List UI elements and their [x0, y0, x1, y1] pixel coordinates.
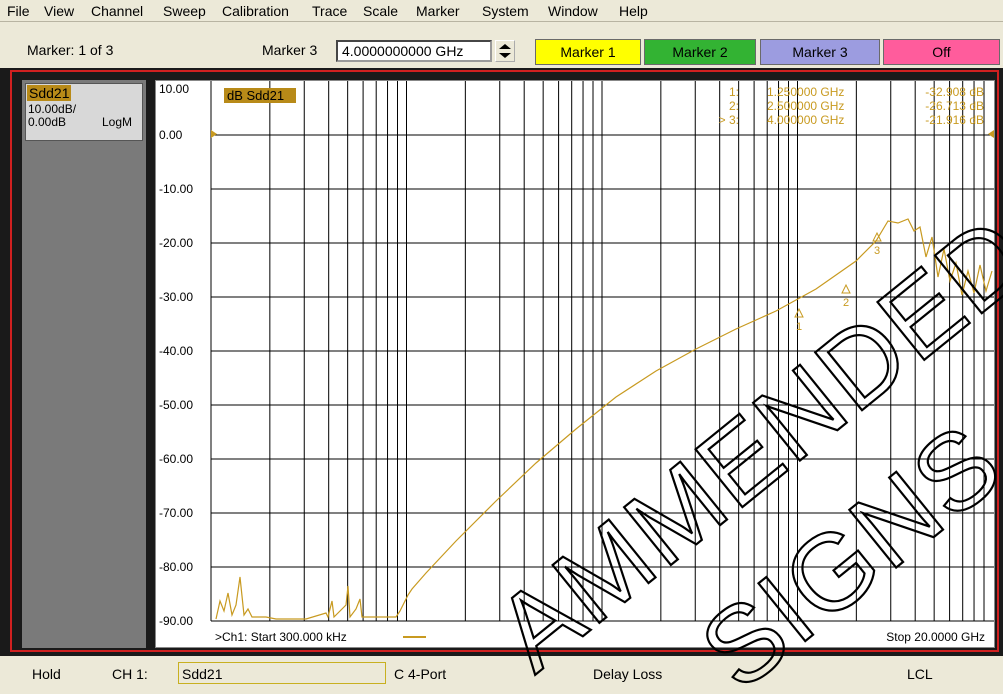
plot-area[interactable]: 10.00 0.00 -10.00 -20.00 -30.00 -40.00 -50.00 -…	[155, 80, 995, 648]
menu-scale[interactable]: Scale	[363, 3, 398, 19]
y-tick-label: 0.00	[159, 128, 183, 142]
y-tick-label: -80.00	[159, 560, 193, 574]
grid	[210, 81, 994, 622]
stop-label: Stop 20.0000 GHz	[886, 630, 985, 644]
marker-readout-freq: 2.500000 GHz	[767, 99, 844, 113]
marker-readout-freq: 4.000000 GHz	[767, 113, 844, 127]
ref-level-left-icon	[211, 130, 217, 138]
marker-readout-value: -21.916 dB	[925, 113, 984, 127]
trace-reference: 0.00dB	[28, 115, 67, 129]
menu-marker[interactable]: Marker	[416, 3, 460, 19]
y-tick-label: -10.00	[159, 182, 193, 196]
start-label: >Ch1: Start 300.000 kHz	[215, 630, 347, 644]
marker-off-button[interactable]: Off	[883, 39, 1000, 65]
y-tick-label: -60.00	[159, 452, 193, 466]
y-tick-labels: 10.00 0.00 -10.00 -20.00 -30.00 -40.00 -50.00 -…	[159, 82, 193, 628]
frequency-spinner[interactable]	[495, 40, 515, 62]
sdd21-trace	[215, 218, 993, 620]
marker-readout-num: 1:	[729, 85, 739, 99]
menu-help[interactable]: Help	[619, 3, 648, 19]
marker-3-button[interactable]: Marker 3	[760, 39, 880, 65]
y-tick-label: 10.00	[159, 82, 189, 96]
trace-info-box[interactable]: Sdd21 10.00dB/ 0.00dB LogM	[25, 83, 143, 141]
y-tick-label: -90.00	[159, 614, 193, 628]
spin-up-icon[interactable]	[499, 44, 511, 49]
menu-system[interactable]: System	[482, 3, 529, 19]
y-tick-label: -40.00	[159, 344, 193, 358]
lcl-status: LCL	[907, 666, 933, 682]
marker-2-button[interactable]: Marker 2	[644, 39, 756, 65]
marker-symbols: 1 2 3	[794, 231, 882, 333]
marker-number: 2	[843, 297, 849, 309]
marker-1-button[interactable]: Marker 1	[535, 39, 641, 65]
ref-level-right-icon	[988, 130, 994, 138]
marker-count-label: Marker: 1 of 3	[27, 42, 114, 58]
menu-view[interactable]: View	[44, 3, 74, 19]
marker-readout-num: 2:	[729, 99, 739, 113]
marker-frequency-input[interactable]: 4.0000000000 GHz	[336, 40, 492, 62]
channel-status: CH 1:	[112, 666, 148, 682]
marker-select-label: Marker 3	[262, 42, 318, 58]
menu-channel[interactable]: Channel	[91, 3, 143, 19]
trace-format: LogM	[102, 115, 133, 129]
marker-triangle-icon[interactable]	[794, 307, 804, 318]
port-status: C 4-Port	[394, 666, 447, 682]
delay-status: Delay Loss	[593, 666, 663, 682]
status-bar: Hold CH 1: Sdd21 C 4-Port Delay Loss LCL	[0, 656, 1003, 694]
menu-window[interactable]: Window	[548, 3, 598, 19]
menu-sweep[interactable]: Sweep	[163, 3, 206, 19]
spin-down-icon[interactable]	[499, 53, 511, 58]
y-tick-label: -50.00	[159, 398, 193, 412]
marker-readout: 1: 1.250000 GHz -32.908 dB 2: 2.500000 GHz -2…	[719, 85, 984, 127]
marker-number: 1	[796, 321, 802, 333]
trace-panel: Sdd21 10.00dB/ 0.00dB LogM	[22, 80, 146, 648]
y-tick-label: -70.00	[159, 506, 193, 520]
marker-toolbar: Marker: 1 of 3 Marker 3 4.0000000000 GHz…	[0, 22, 1003, 68]
trace-name: Sdd21	[27, 85, 72, 101]
y-tick-label: -30.00	[159, 290, 193, 304]
menu-trace[interactable]: Trace	[312, 3, 347, 19]
marker-triangle-icon[interactable]	[841, 283, 851, 294]
marker-number: 3	[874, 245, 880, 257]
menu-bar: File View Channel Sweep Calibration Trac…	[0, 0, 1003, 22]
marker-readout-value: -32.908 dB	[925, 85, 984, 99]
trace-label: dB Sdd21	[227, 88, 284, 103]
measurement-status: Sdd21	[182, 666, 223, 682]
menu-file[interactable]: File	[7, 3, 30, 19]
menu-calibration[interactable]: Calibration	[222, 3, 289, 19]
marker-readout-value: -26.713 dB	[925, 99, 984, 113]
y-tick-label: -20.00	[159, 236, 193, 250]
marker-readout-freq: 1.250000 GHz	[767, 85, 844, 99]
sweep-status: Hold	[32, 666, 61, 682]
marker-readout-num: > 3:	[719, 113, 739, 127]
trace-chart: 10.00 0.00 -10.00 -20.00 -30.00 -40.00 -50.00 -…	[159, 81, 994, 644]
